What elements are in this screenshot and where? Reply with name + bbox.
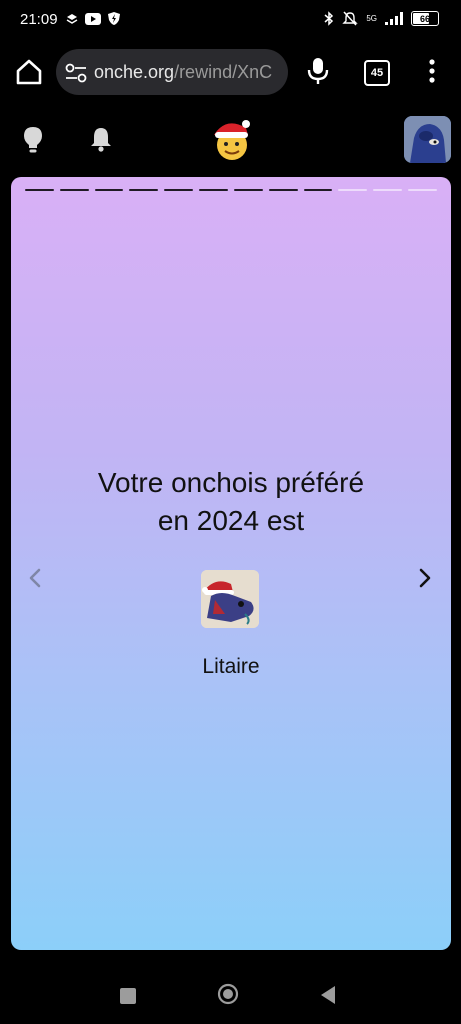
progress-segment bbox=[303, 189, 333, 191]
headline-line-1: Votre onchois préféré bbox=[97, 467, 365, 498]
shield-bolt-icon bbox=[108, 12, 120, 25]
tab-count: 45 bbox=[370, 67, 384, 79]
progress-segment bbox=[268, 189, 298, 191]
site-header bbox=[0, 110, 461, 170]
progress-segment bbox=[25, 189, 54, 191]
url-text[interactable]: onche.org/rewind/XnC bbox=[94, 62, 272, 83]
santa-logo-icon[interactable] bbox=[210, 118, 252, 164]
recents-button[interactable] bbox=[120, 988, 136, 1004]
bell-icon[interactable] bbox=[90, 126, 112, 152]
status-bar: 21:09 5G 66 bbox=[0, 0, 461, 42]
battery-level: 66 bbox=[419, 13, 430, 24]
muted-bell-icon bbox=[342, 11, 359, 26]
progress-segment bbox=[59, 189, 89, 191]
rewind-story-card[interactable]: Votre onchois préféré en 2024 est Litair… bbox=[11, 177, 451, 950]
progress-segment bbox=[164, 189, 194, 191]
microphone-icon[interactable] bbox=[306, 57, 330, 85]
progress-segment bbox=[338, 189, 368, 191]
favorite-user-name: Litaire bbox=[202, 655, 260, 678]
progress-segment bbox=[373, 189, 403, 191]
progress-segment bbox=[233, 189, 263, 191]
avatar[interactable] bbox=[404, 116, 451, 163]
favorite-avatar-image bbox=[201, 570, 259, 628]
chevron-left-icon[interactable] bbox=[27, 567, 43, 589]
more-menu-icon[interactable] bbox=[426, 58, 438, 84]
battery-icon: 66 bbox=[411, 11, 439, 26]
lightbulb-icon[interactable] bbox=[22, 126, 44, 154]
progress-segment bbox=[408, 189, 437, 191]
bluetooth-icon bbox=[324, 11, 334, 26]
story-progress-bar bbox=[25, 189, 437, 193]
story-headline: Votre onchois préféré en 2024 est bbox=[11, 464, 451, 540]
layers-icon bbox=[66, 13, 78, 24]
site-settings-icon[interactable] bbox=[65, 63, 87, 83]
network-label: 5G bbox=[366, 14, 377, 23]
progress-segment bbox=[199, 189, 228, 191]
youtube-icon bbox=[85, 12, 101, 25]
progress-segment bbox=[94, 189, 124, 191]
avatar-image bbox=[404, 116, 451, 163]
back-triangle-icon[interactable] bbox=[319, 984, 337, 1006]
home-circle-icon[interactable] bbox=[217, 983, 239, 1005]
url-path: /rewind/XnC bbox=[174, 62, 273, 82]
tab-switcher-button[interactable]: 45 bbox=[364, 60, 390, 86]
favorite-user-avatar bbox=[201, 570, 259, 628]
status-time: 21:09 bbox=[20, 11, 58, 28]
status-right-icons: 5G 66 bbox=[324, 11, 439, 26]
system-nav-bar bbox=[0, 960, 461, 1024]
url-bar[interactable]: onche.org/rewind/XnC bbox=[56, 49, 288, 95]
browser-toolbar: onche.org/rewind/XnC 45 bbox=[0, 46, 461, 100]
home-icon[interactable] bbox=[14, 57, 44, 87]
progress-segment bbox=[129, 189, 159, 191]
chevron-right-icon[interactable] bbox=[417, 567, 433, 589]
url-domain: onche.org bbox=[94, 62, 175, 82]
status-left-icons bbox=[66, 12, 120, 25]
signal-5g-icon bbox=[385, 12, 403, 25]
headline-line-2: en 2024 est bbox=[157, 505, 305, 536]
